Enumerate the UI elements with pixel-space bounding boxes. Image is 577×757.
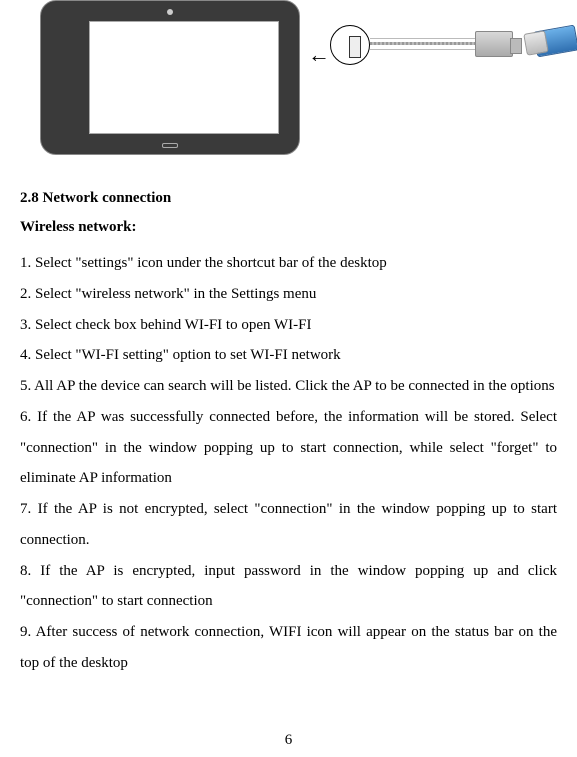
flash-swivel-icon bbox=[523, 30, 548, 55]
cable-ridge2-icon bbox=[370, 49, 475, 50]
tablet-home-icon bbox=[162, 143, 178, 148]
usb-port-icon bbox=[330, 25, 370, 65]
step-3: 3. Select check box behind WI-FI to open… bbox=[20, 310, 557, 341]
section-heading: 2.8 Network connection bbox=[20, 190, 557, 207]
step-5: 5. All AP the device can search will be … bbox=[20, 371, 557, 402]
usb-plug-icon bbox=[475, 31, 513, 57]
connection-figure: ← bbox=[20, 0, 557, 155]
step-8: 8. If the AP is encrypted, input passwor… bbox=[20, 556, 557, 618]
tablet-icon bbox=[40, 0, 300, 155]
flash-drive-icon bbox=[525, 20, 577, 62]
step-4: 4. Select "WI-FI setting" option to set … bbox=[20, 340, 557, 371]
step-7: 7. If the AP is not encrypted, select "c… bbox=[20, 494, 557, 556]
step-2: 2. Select "wireless network" in the Sett… bbox=[20, 279, 557, 310]
step-1: 1. Select "settings" icon under the shor… bbox=[20, 248, 557, 279]
cable-ridge-icon bbox=[370, 38, 475, 39]
step-6: 6. If the AP was successfully connected … bbox=[20, 402, 557, 494]
tablet-screen-icon bbox=[89, 21, 279, 134]
usb-cable-icon bbox=[370, 42, 475, 45]
arrow-left-icon: ← bbox=[308, 42, 330, 68]
step-9: 9. After success of network connection, … bbox=[20, 617, 557, 679]
page-number: 6 bbox=[285, 732, 293, 749]
sub-heading: Wireless network: bbox=[20, 219, 557, 236]
tablet-camera-icon bbox=[167, 9, 173, 15]
